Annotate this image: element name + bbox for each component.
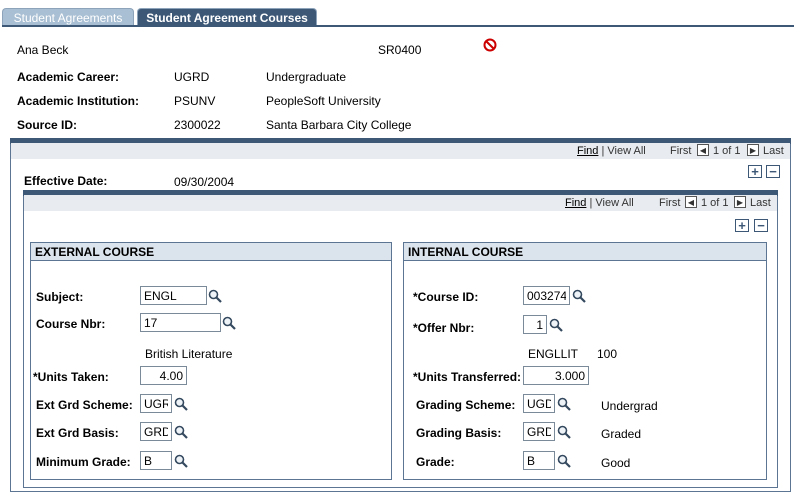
int-grading-basis-lookup-icon[interactable] [557, 425, 571, 439]
int-grading-basis-label: Grading Basis: [416, 426, 502, 440]
inner-nav-bar: Find | View All First ◀ 1 of 1 ▶ Last [24, 195, 777, 211]
agreement-id: SR0400 [378, 43, 422, 57]
ext-grd-scheme-input[interactable] [140, 394, 172, 413]
academic-institution-desc: PeopleSoft University [266, 94, 381, 108]
outer-nav-bar: Find | View All First ◀ 1 of 1 ▶ Last [11, 143, 790, 159]
inner-first-label: First [659, 197, 681, 209]
ext-subject-lookup-icon[interactable] [208, 289, 222, 303]
ext-subject-label: Subject: [36, 290, 84, 304]
inner-delete-row-button[interactable]: − [754, 219, 768, 232]
int-grading-scheme-input[interactable] [523, 394, 555, 413]
inner-next-arrow-icon[interactable]: ▶ [734, 196, 746, 208]
tab-divider [2, 25, 794, 27]
student-name: Ana Beck [17, 43, 69, 57]
outer-last-label: Last [763, 145, 784, 157]
int-units-transferred-input[interactable] [523, 366, 589, 385]
inner-last-label: Last [750, 197, 771, 209]
ext-subject-input[interactable] [140, 286, 207, 305]
int-course-id-lookup-icon[interactable] [572, 289, 586, 303]
int-grading-scheme-desc: Undergrad [601, 399, 658, 413]
academic-career-desc: Undergraduate [266, 70, 347, 84]
int-catalog-nbr: 100 [597, 347, 618, 361]
ext-units-taken-label: *Units Taken: [33, 370, 109, 384]
int-grading-basis-input[interactable] [523, 422, 555, 441]
academic-career-label: Academic Career: [17, 70, 120, 84]
tab-student-agreement-courses[interactable]: Student Agreement Courses [137, 8, 317, 26]
inner-row-count: 1 of 1 [701, 197, 729, 209]
int-course-id-label: *Course ID: [413, 290, 479, 304]
effective-date-label: Effective Date: [24, 174, 108, 188]
int-grading-scheme-lookup-icon[interactable] [557, 397, 571, 411]
int-grade-input[interactable] [523, 451, 555, 470]
outer-prev-arrow-icon[interactable]: ◀ [697, 144, 709, 156]
internal-course-title: INTERNAL COURSE [404, 243, 766, 261]
academic-career-code: UGRD [174, 70, 210, 84]
outer-next-arrow-icon[interactable]: ▶ [747, 144, 759, 156]
outer-add-row-button[interactable]: + [748, 165, 762, 178]
ext-min-grade-lookup-icon[interactable] [174, 454, 188, 468]
external-course-group: EXTERNAL COURSE [30, 242, 392, 480]
outer-find-link[interactable]: Find [577, 145, 598, 157]
inner-prev-arrow-icon[interactable]: ◀ [685, 196, 697, 208]
ext-grd-scheme-label: Ext Grd Scheme: [36, 398, 133, 412]
outer-first-label: First [670, 145, 692, 157]
int-offer-nbr-input[interactable] [523, 315, 547, 334]
ext-course-nbr-input[interactable] [140, 313, 221, 332]
int-offer-nbr-label: *Offer Nbr: [413, 321, 475, 335]
effective-date-value: 09/30/2004 [174, 175, 235, 189]
source-id-code: 2300022 [174, 118, 221, 132]
int-units-transferred-label: *Units Transferred: [413, 370, 522, 384]
academic-institution-label: Academic Institution: [17, 94, 140, 108]
int-subject-code: ENGLLIT [528, 347, 579, 361]
source-id-label: Source ID: [17, 118, 78, 132]
int-grading-scheme-label: Grading Scheme: [416, 398, 516, 412]
inner-view-all-link[interactable]: View All [595, 197, 633, 209]
ext-course-nbr-label: Course Nbr: [36, 317, 106, 331]
tab-student-agreements[interactable]: Student Agreements [2, 8, 134, 26]
ext-grd-basis-label: Ext Grd Basis: [36, 426, 119, 440]
inner-find-link[interactable]: Find [565, 197, 586, 209]
int-grade-desc: Good [601, 456, 631, 470]
academic-institution-code: PSUNV [174, 94, 216, 108]
ext-grd-basis-input[interactable] [140, 422, 172, 441]
outer-view-all-link[interactable]: View All [607, 145, 645, 157]
ext-course-nbr-lookup-icon[interactable] [222, 316, 236, 330]
outer-row-count: 1 of 1 [713, 145, 741, 157]
outer-delete-row-button[interactable]: − [766, 165, 780, 178]
ext-course-title: British Literature [145, 347, 233, 361]
ext-units-taken-input[interactable] [140, 366, 187, 385]
inner-add-row-button[interactable]: + [735, 219, 749, 232]
int-grade-lookup-icon[interactable] [557, 454, 571, 468]
int-course-id-input[interactable] [523, 286, 570, 305]
external-course-title: EXTERNAL COURSE [31, 243, 391, 261]
ext-min-grade-label: Minimum Grade: [36, 455, 131, 469]
ext-min-grade-input[interactable] [140, 451, 172, 470]
stop-icon [483, 38, 497, 52]
ext-grd-basis-lookup-icon[interactable] [174, 425, 188, 439]
int-grading-basis-desc: Graded [601, 427, 642, 441]
int-grade-label: Grade: [416, 455, 455, 469]
internal-course-group: INTERNAL COURSE [403, 242, 767, 480]
source-id-desc: Santa Barbara City College [266, 118, 412, 132]
ext-grd-scheme-lookup-icon[interactable] [174, 397, 188, 411]
int-offer-nbr-lookup-icon[interactable] [549, 318, 563, 332]
